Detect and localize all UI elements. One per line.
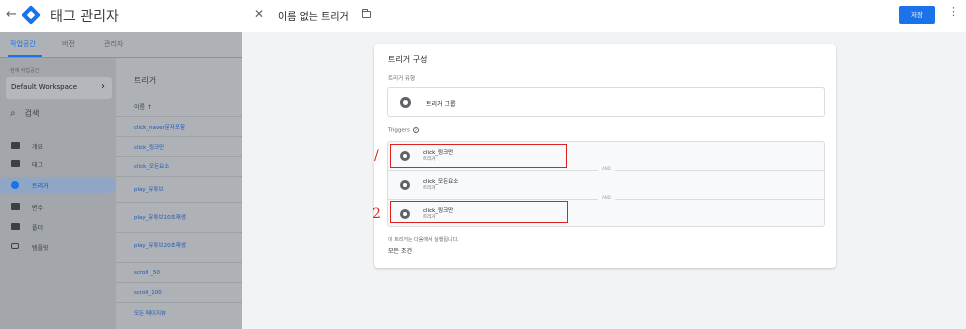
sidebar-item-label: 트리거 [32,183,49,190]
card-title: 트리거 구성 [388,55,428,64]
sidebar-item-triggers[interactable]: 트리거 [0,177,116,193]
search-label: 검색 [24,109,40,118]
list-item-label: scroll_100 [134,290,162,296]
sidebar-search[interactable]: ⌕ 검색 [10,108,39,119]
trigger-item-type: 트리거 [423,186,436,191]
chevron-right-icon: › [101,81,105,92]
workspace-label: 현재 작업공간 [10,68,40,74]
list-item[interactable]: click_링크만 [116,136,242,156]
list-item[interactable]: play_유튜브20초재생 [116,232,242,262]
list-item-label: scroll _50 [134,270,160,276]
tag-manager-logo-icon [21,5,41,25]
app-title: 태그 관리자 [50,9,119,25]
trigger-list: 트리거 이름 ↑ click_naver문자포함 click_링크만 click… [116,58,242,329]
sidebar-item-tags[interactable]: 태그 [0,156,116,172]
list-item[interactable]: click_모든요소 [116,156,242,176]
list-item-label: play_유튜브20초재생 [134,243,186,249]
list-item-label: click_naver문자포함 [134,125,186,131]
background-overlay: ← 태그 관리자 작업공간 버전 관리자 현재 작업공간 Default Wor… [0,0,242,329]
list-item[interactable]: play_유튜브10초재생 [116,202,242,232]
app-header: ← 태그 관리자 [0,0,242,32]
fires-on-label: 이 트리거는 다음에서 실행됩니다. [388,237,459,243]
help-icon[interactable]: ? [412,127,419,133]
sidebar-item-label: 개요 [32,144,44,151]
sidebar-item-label: 폴더 [32,225,44,232]
more-menu-icon[interactable]: ⋮ [948,5,959,18]
trigger-list-title: 트리거 [134,76,157,85]
tab-admin[interactable]: 관리자 [104,39,123,49]
trigger-item-name: click_모든요소 [423,179,459,185]
trigger-list-header[interactable]: 이름 ↑ [134,102,152,111]
annotation-mark-2: 2 [372,206,381,222]
sidebar-item-templates[interactable]: 템플릿 [0,239,116,255]
sidebar-item-label: 태그 [32,162,44,169]
list-item[interactable]: scroll _50 [116,262,242,282]
tab-versions[interactable]: 버전 [62,39,75,49]
sidebar: 현재 작업공간 Default Workspace › ⌕ 검색 개요 태그 트리… [0,58,116,329]
sidebar-item-overview[interactable]: 개요 [0,138,116,154]
template-icon [11,243,19,249]
fires-on-value: 모든 조건 [388,248,412,255]
trigger-editor-panel: ✕ 이름 없는 트리거 저장 ⋮ 트리거 구성 트리거 유형 트리거 그룹 Tr… [242,0,966,329]
back-arrow-icon[interactable]: ← [6,7,17,22]
close-icon[interactable]: ✕ [254,7,264,21]
variables-icon [11,203,20,210]
trigger-group-icon [400,97,411,108]
trigger-icon [11,181,19,189]
annotation-mark-1: / [374,148,379,164]
workspace-name: Default Workspace [11,83,78,91]
sidebar-item-label: 템플릿 [32,245,49,252]
sidebar-item-folders[interactable]: 폴더 [0,219,116,235]
save-button[interactable]: 저장 [899,6,935,24]
triggers-section-label: Triggers? [388,127,419,134]
trigger-type-value: 트리거 그룹 [426,101,456,108]
panel-header: ✕ 이름 없는 트리거 저장 ⋮ [242,0,966,32]
tag-icon [11,160,20,167]
workspace-tabs: 작업공간 버전 관리자 [0,32,242,58]
list-item-label: play_유튜브10초재생 [134,215,186,221]
workspace-selector[interactable]: Default Workspace › [6,77,112,99]
list-item-label: play_유튜브 [134,187,164,193]
list-item[interactable]: 모든 페이지뷰 [116,302,242,322]
trigger-icon [400,180,410,190]
triggers-label: Triggers [388,127,410,134]
list-item-label: click_링크만 [134,145,165,151]
overview-icon [11,142,20,149]
sidebar-item-label: 변수 [32,205,44,212]
list-item[interactable]: scroll_100 [116,282,242,302]
list-item-label: 모든 페이지뷰 [134,311,167,317]
tab-workspace[interactable]: 작업공간 [10,39,36,49]
active-tab-indicator [8,55,42,57]
folder-icon [11,223,20,230]
list-item[interactable]: click_naver문자포함 [116,116,242,136]
folder-icon[interactable] [362,9,371,18]
highlight-box-2 [390,201,568,223]
trigger-name-title[interactable]: 이름 없는 트리거 [278,8,349,23]
trigger-type-label: 트리거 유형 [388,76,416,82]
list-item[interactable]: play_유튜브 [116,176,242,202]
highlight-box-1 [390,144,567,168]
list-item-label: click_모든요소 [134,164,170,170]
sidebar-item-variables[interactable]: 변수 [0,199,116,215]
trigger-type-selector[interactable]: 트리거 그룹 [387,87,825,117]
search-icon: ⌕ [10,108,16,119]
